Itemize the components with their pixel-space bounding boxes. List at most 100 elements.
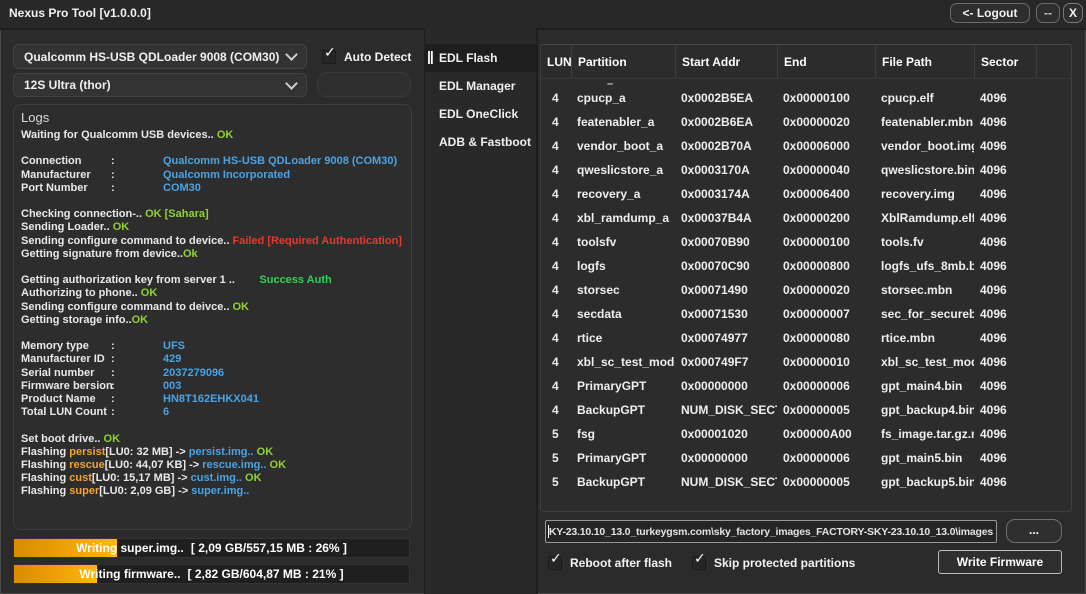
log-segment: Flashing — [21, 446, 69, 458]
port-dropdown-value: Qualcomm HS-USB QDLoader 9008 (COM30) — [24, 50, 279, 64]
cell-sector: 4096 — [974, 230, 1036, 254]
cell-partition: BackupGPT — [571, 470, 675, 494]
log-segment: Sending Loader.. — [21, 221, 113, 233]
log-key: Memory type — [21, 340, 111, 353]
table-row[interactable]: 4cpucp_a0x0002B5EA0x00000100cpucp.elf409… — [541, 86, 1071, 110]
cell-lun: 4 — [541, 350, 571, 374]
column-header[interactable]: Start Addr — [675, 45, 777, 78]
window-title: Nexus Pro Tool [v1.0.0.0] — [9, 6, 151, 20]
log-lines: Waiting for Qualcomm USB devices.. OK Co… — [21, 129, 411, 499]
minimize-button[interactable]: -- — [1036, 3, 1060, 23]
table-row[interactable]: 4rtice0x000749770x00000080rtice.mbn4096 — [541, 326, 1071, 350]
log-segment: Flashing — [21, 485, 69, 497]
table-row[interactable]: 5PrimaryGPT0x000000000x00000006gpt_main5… — [541, 446, 1071, 470]
cell-lun: 5 — [541, 422, 571, 446]
log-segment: OK — [104, 433, 121, 445]
table-row[interactable]: 5BackupGPTNUM_DISK_SECTORS-5.0x00000005g… — [541, 470, 1071, 494]
table-row[interactable]: 4storsec0x000714900x00000020storsec.mbn4… — [541, 278, 1071, 302]
logout-button[interactable]: <- Logout — [950, 3, 1030, 23]
table-row[interactable]: 4BackupGPTNUM_DISK_SECTORS-5.0x00000005g… — [541, 398, 1071, 422]
log-segment: Checking connection-.. — [21, 208, 145, 220]
reboot-after-flash-checkbox[interactable]: Reboot after flash — [548, 556, 672, 570]
cell-start-addr: 0x00070B90 — [675, 230, 777, 254]
cell-sector: 4096 — [974, 470, 1036, 494]
log-segment: Sending configure command to device.. — [21, 235, 232, 247]
log-line — [21, 261, 411, 274]
table-row[interactable]: 4recovery_a0x0003174A0x00006400recovery.… — [541, 182, 1071, 206]
cell-lun: 4 — [541, 302, 571, 326]
cell-sector: 4096 — [974, 206, 1036, 230]
log-segment: OK — [217, 129, 234, 141]
table-row[interactable]: 4xbl_sc_test_mode0x000749F70x00000010xbl… — [541, 350, 1071, 374]
cell-file-path: cpucp.elf — [875, 86, 974, 110]
port-dropdown[interactable]: Qualcomm HS-USB QDLoader 9008 (COM30) — [13, 44, 307, 69]
table-row[interactable]: 5fsg0x000010200x00000A00fs_image.tar.gz.… — [541, 422, 1071, 446]
cell-sector: 4096 — [974, 422, 1036, 446]
cell-file-path: qweslicstore.bin — [875, 158, 974, 182]
cell-file-path: logfs_ufs_8mb.bin — [875, 254, 974, 278]
table-row[interactable]: 4vendor_boot_a0x0002B70A0x00006000vendor… — [541, 134, 1071, 158]
firmware-path-input[interactable]: KY-23.10.10_13.0_turkeygsm.com\sky_facto… — [545, 520, 997, 543]
cell-end: 0x00000A00 — [777, 422, 875, 446]
log-key: Product Name — [21, 393, 111, 406]
column-header[interactable]: Partition — [571, 45, 675, 78]
browse-button[interactable]: ... — [1006, 519, 1062, 543]
tab-list: ||EDL FlashEDL ManagerEDL OneClickADB & … — [424, 28, 538, 594]
progress-label: Writing super.img.. — [76, 541, 184, 555]
reboot-after-flash-label: Reboot after flash — [570, 556, 672, 570]
log-colon: : — [111, 380, 163, 393]
log-key: Manufacturer ID — [21, 353, 111, 366]
cell-end: 0x00000005 — [777, 470, 875, 494]
log-key: Port Number — [21, 182, 111, 195]
tab-adb-fastboot[interactable]: ADB & Fastboot — [425, 128, 536, 156]
log-line: Serial number:2037279096 — [21, 367, 411, 380]
log-line: Flashing rescue[LU0: 44,07 KB] -> rescue… — [21, 459, 411, 472]
close-button[interactable]: X — [1063, 3, 1083, 23]
column-header[interactable]: Sector — [974, 45, 1036, 78]
column-header[interactable]: End — [777, 45, 875, 78]
log-line: Sending configure command to device.. Fa… — [21, 235, 411, 248]
model-dropdown[interactable]: 12S Ultra (thor) — [13, 73, 307, 97]
log-line — [21, 419, 411, 432]
table-row[interactable]: 4xbl_ramdump_a0x00037B4A0x00000200XblRam… — [541, 206, 1071, 230]
active-tab-marker-icon: || — [427, 48, 433, 64]
cell-spacer — [1036, 134, 1071, 158]
cell-sector: 4096 — [974, 326, 1036, 350]
auto-detect-checkbox[interactable]: Auto Detect — [322, 50, 411, 64]
table-row[interactable]: 4toolsfv0x00070B900x00000100tools.fv4096 — [541, 230, 1071, 254]
cell-sector: 4096 — [974, 110, 1036, 134]
cell-end: 0x00000006 — [777, 374, 875, 398]
column-header[interactable]: LUN — [541, 45, 571, 78]
log-segment: Getting storage info.. — [21, 314, 132, 326]
cell-start-addr: 0x0003170A — [675, 158, 777, 182]
log-line: Product Name:HN8T162EHKX041 — [21, 393, 411, 406]
table-row[interactable]: 4qweslicstore_a0x0003170A0x00000040qwesl… — [541, 158, 1071, 182]
table-row[interactable]: 4featenabler_a0x0002B6EA0x00000020featen… — [541, 110, 1071, 134]
tab-edl-manager[interactable]: EDL Manager — [425, 72, 536, 100]
cell-start-addr: 0x0002B5EA — [675, 86, 777, 110]
table-row[interactable]: 4secdata0x000715300x00000007sec_for_secu… — [541, 302, 1071, 326]
log-segment: super — [69, 485, 99, 497]
log-value: UFS — [163, 340, 185, 352]
write-firmware-button[interactable]: Write Firmware — [938, 550, 1062, 574]
log-segment: Failed [Required Authentication] — [232, 235, 402, 247]
cell-lun: 4 — [541, 230, 571, 254]
column-header[interactable]: File Path — [875, 45, 974, 78]
table-row[interactable]: 4logfs0x00070C900x00000800logfs_ufs_8mb.… — [541, 254, 1071, 278]
cell-sector: 4096 — [974, 86, 1036, 110]
cell-end: 0x00000007 — [777, 302, 875, 326]
tab-edl-oneclick[interactable]: EDL OneClick — [425, 100, 536, 128]
log-segment: persist.img.. — [189, 446, 254, 458]
cell-file-path: recovery.img — [875, 182, 974, 206]
cell-file-path: sec_for_secureboot — [875, 302, 974, 326]
table-row[interactable]: 4PrimaryGPT0x000000000x00000006gpt_main4… — [541, 374, 1071, 398]
title-bar: Nexus Pro Tool [v1.0.0.0] <- Logout -- X — [0, 0, 1086, 30]
skip-protected-checkbox[interactable]: Skip protected partitions — [692, 556, 855, 570]
table-header: LUNPartitionStart AddrEndFile PathSector — [541, 45, 1071, 79]
log-segment: OK — [254, 446, 274, 458]
tab-edl-flash[interactable]: ||EDL Flash — [425, 44, 536, 72]
cell-end: 0x00000800 — [777, 254, 875, 278]
log-colon: : — [111, 353, 163, 366]
log-segment: Success Auth — [259, 274, 331, 286]
cell-file-path: gpt_main4.bin — [875, 374, 974, 398]
